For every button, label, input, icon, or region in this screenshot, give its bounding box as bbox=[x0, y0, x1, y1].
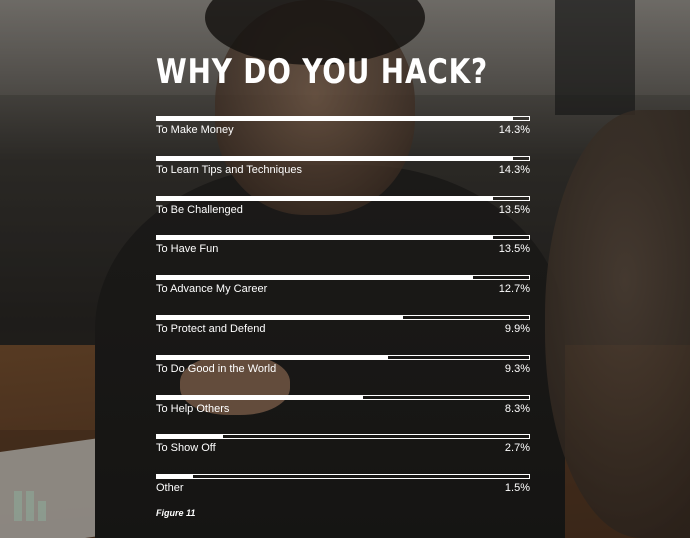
category-label: To Do Good in the World bbox=[156, 362, 277, 375]
bar bbox=[156, 195, 493, 201]
bar bbox=[156, 394, 363, 400]
watermark-logo bbox=[14, 491, 46, 521]
value-label: 1.5% bbox=[504, 482, 530, 495]
bar-row: To Protect and Defend 9.9% bbox=[156, 315, 530, 355]
value-label: 14.3% bbox=[498, 163, 530, 176]
bar bbox=[156, 315, 403, 320]
category-label: To Show Off bbox=[156, 442, 216, 455]
category-label: To Learn Tips and Techniques bbox=[156, 163, 302, 176]
category-label: To Advance My Career bbox=[156, 283, 268, 296]
chart-title: WHY DO YOU HACK? bbox=[156, 52, 489, 92]
bar bbox=[156, 474, 193, 480]
value-label: 9.9% bbox=[504, 323, 530, 335]
bar-row: To Help Others 8.3% bbox=[156, 394, 530, 435]
bar-row: To Make Money 14.3% bbox=[156, 116, 530, 156]
category-label: Other bbox=[156, 482, 184, 495]
bar-track bbox=[156, 474, 530, 480]
bar-row: Other 1.5% bbox=[156, 474, 530, 514]
value-label: 13.5% bbox=[498, 203, 530, 216]
category-label: To Protect and Defend bbox=[156, 323, 266, 335]
value-label: 13.5% bbox=[498, 243, 530, 256]
bar bbox=[156, 155, 513, 161]
value-label: 8.3% bbox=[504, 402, 530, 415]
bar-row: To Learn Tips and Techniques 14.3% bbox=[156, 155, 530, 196]
bar-row: To Be Challenged 13.5% bbox=[156, 195, 530, 236]
bar bbox=[156, 235, 493, 241]
value-label: 14.3% bbox=[498, 124, 530, 136]
category-label: To Make Money bbox=[156, 124, 234, 136]
category-label: To Be Challenged bbox=[156, 203, 243, 216]
bar bbox=[156, 116, 513, 121]
figure-caption: Figure 11 bbox=[156, 508, 196, 518]
bar bbox=[156, 275, 473, 281]
value-label: 2.7% bbox=[504, 442, 530, 455]
bar-row: To Do Good in the World 9.3% bbox=[156, 354, 530, 395]
value-label: 9.3% bbox=[504, 362, 530, 375]
bar-row: To Advance My Career 12.7% bbox=[156, 275, 530, 315]
bar-row: To Show Off 2.7% bbox=[156, 434, 530, 474]
bar bbox=[156, 354, 388, 360]
bar bbox=[156, 434, 223, 440]
category-label: To Have Fun bbox=[156, 243, 219, 256]
category-label: To Help Others bbox=[156, 402, 230, 415]
bar-row: To Have Fun 13.5% bbox=[156, 235, 530, 275]
value-label: 12.7% bbox=[498, 283, 530, 296]
